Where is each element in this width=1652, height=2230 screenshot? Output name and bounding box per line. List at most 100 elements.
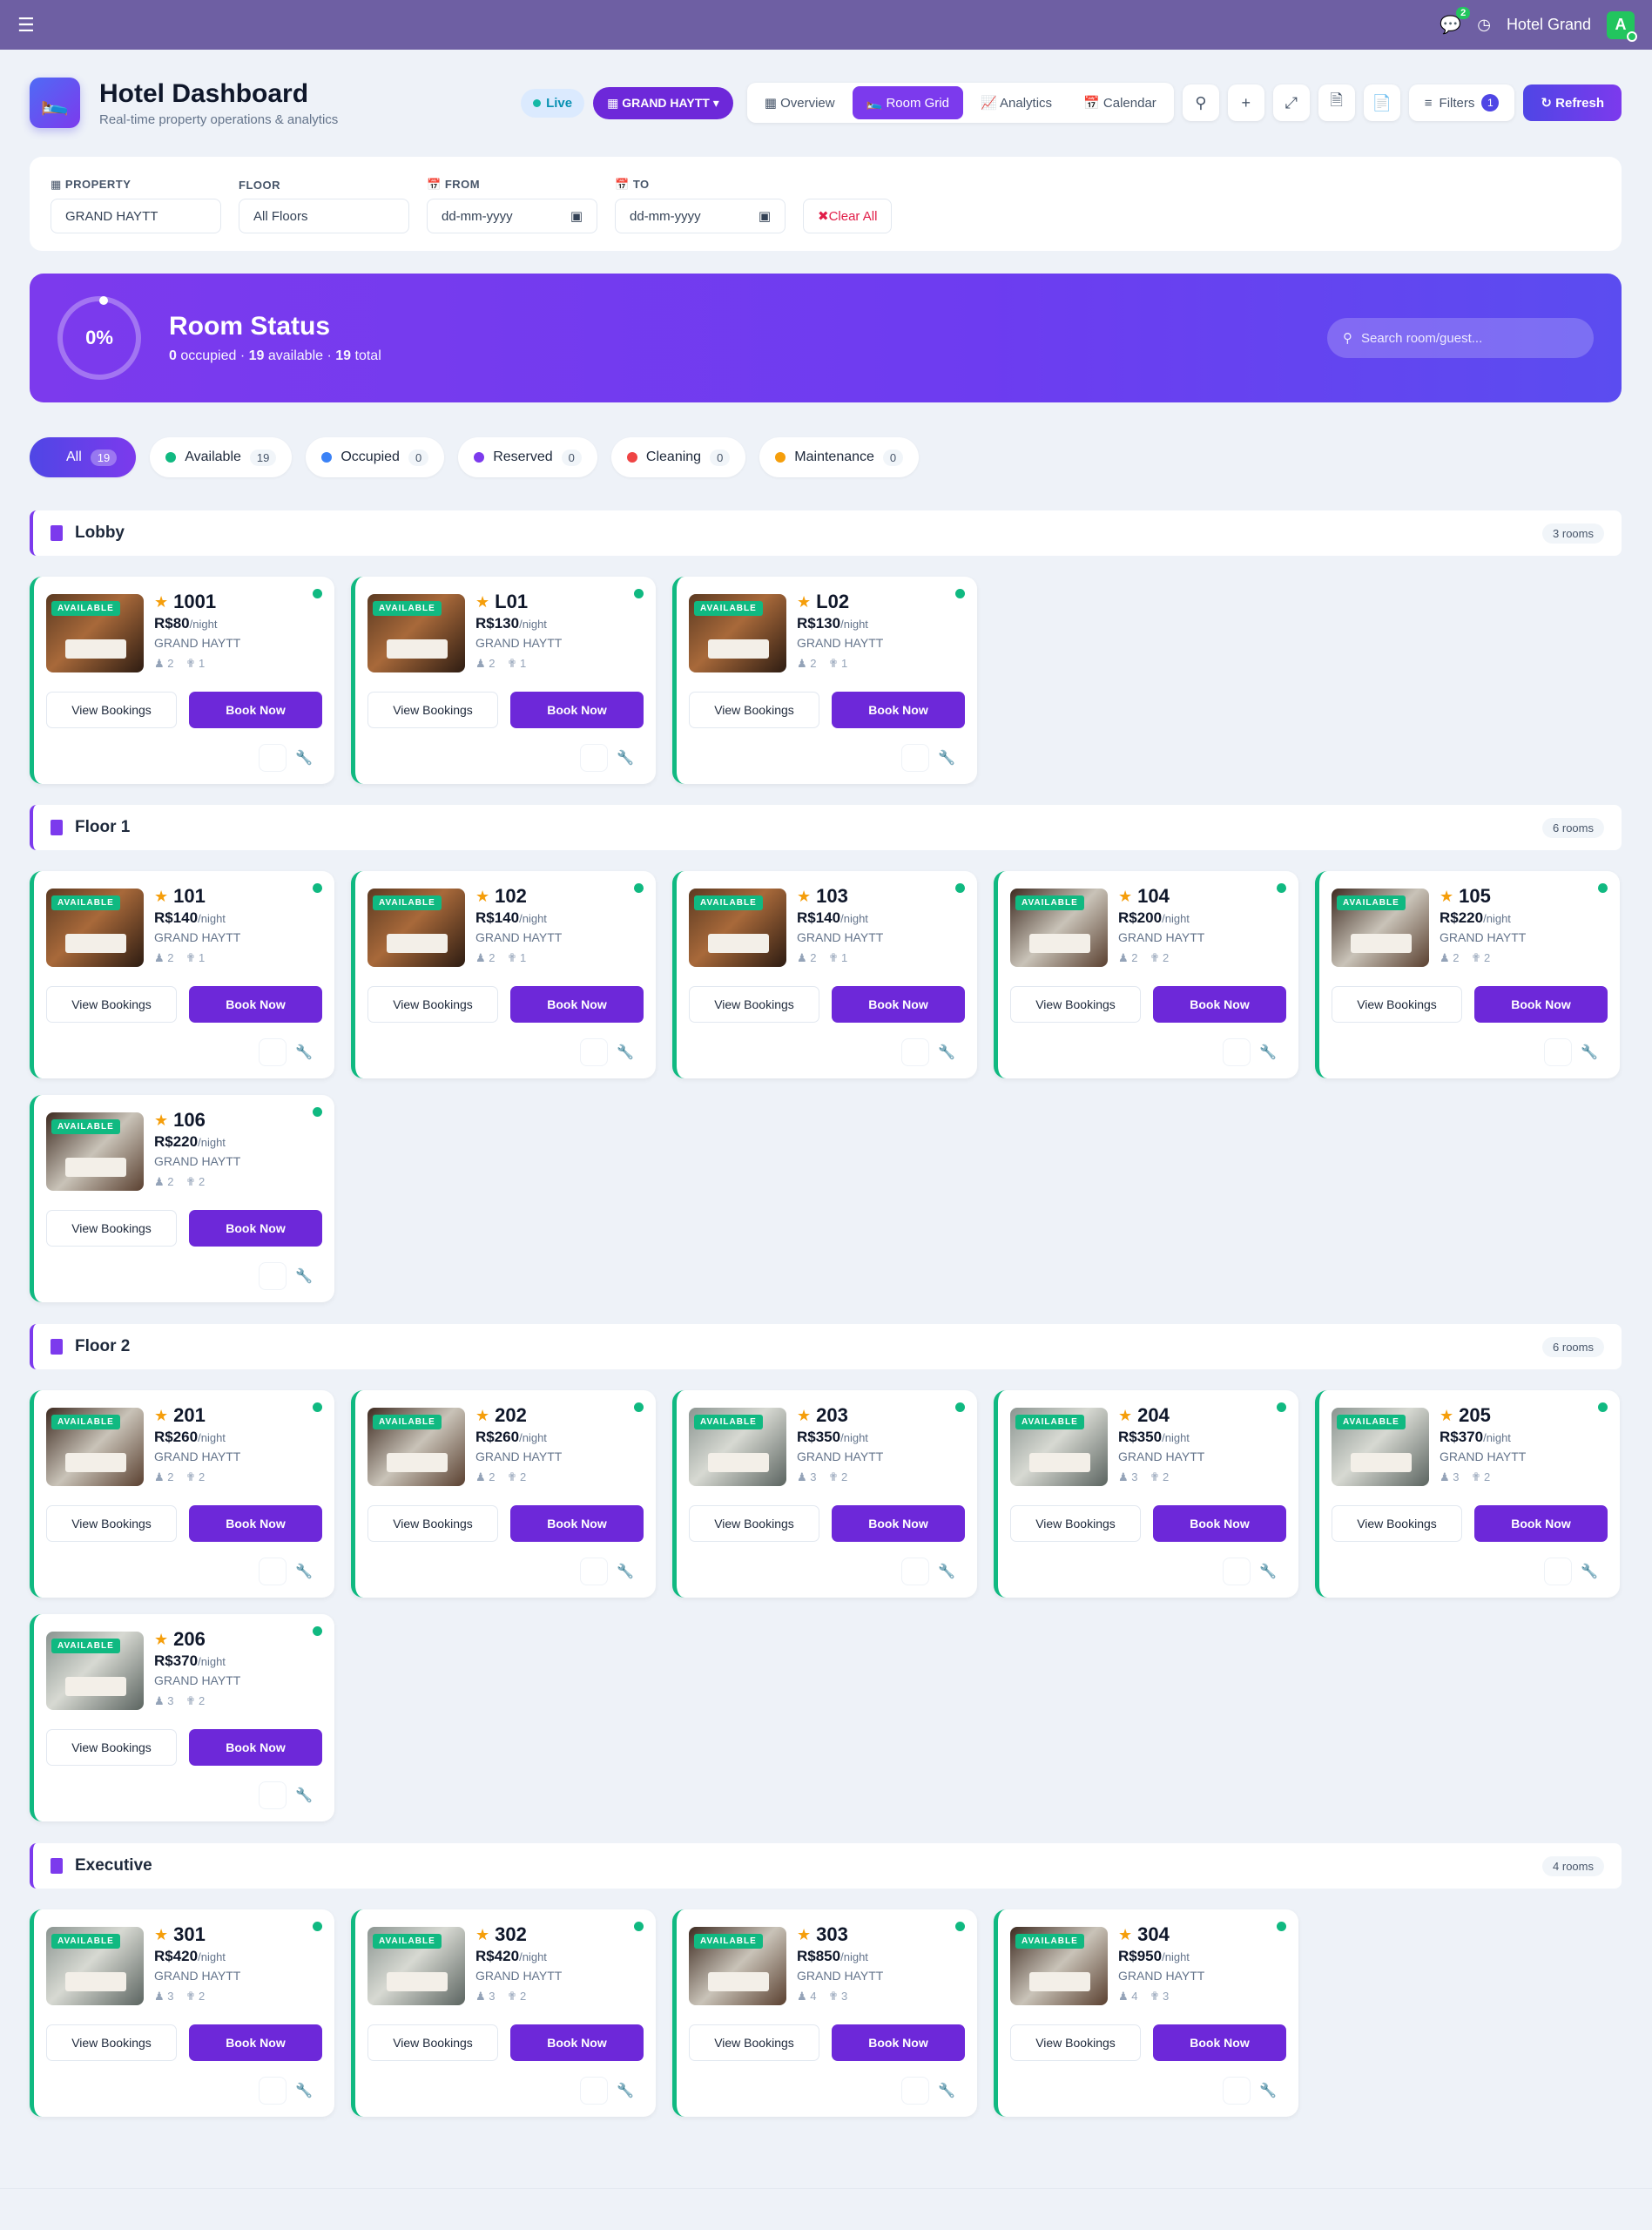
card-action-button[interactable] bbox=[1223, 1558, 1251, 1585]
status-chip-cleaning[interactable]: Cleaning 0 bbox=[610, 437, 746, 477]
room-card[interactable]: AVAILABLE ★ 104 R$200/night GRAND HAYTT ♟ 2 ✟ … bbox=[994, 871, 1298, 1078]
star-icon[interactable]: ★ bbox=[154, 1407, 168, 1425]
view-bookings-button[interactable]: View Bookings bbox=[689, 2024, 819, 2061]
card-action-button[interactable] bbox=[1544, 1038, 1572, 1066]
card-action-button[interactable] bbox=[901, 1558, 929, 1585]
wrench-icon[interactable]: 🔧 bbox=[938, 2082, 955, 2099]
status-chip-all[interactable]: All 19 bbox=[30, 437, 137, 477]
section-header[interactable]: Executive 4 rooms bbox=[30, 1843, 1622, 1889]
card-action-button[interactable] bbox=[259, 1262, 287, 1290]
card-action-button[interactable] bbox=[1223, 2077, 1251, 2105]
star-icon[interactable]: ★ bbox=[1118, 888, 1132, 906]
card-action-button[interactable] bbox=[901, 744, 929, 772]
wrench-icon[interactable]: 🔧 bbox=[295, 1563, 313, 1580]
filters-button[interactable]: ≡ Filters 1 bbox=[1408, 84, 1515, 121]
room-card[interactable]: AVAILABLE ★ L02 R$130/night GRAND HAYTT ♟ 2 ✟ … bbox=[672, 577, 977, 784]
book-now-button[interactable]: Book Now bbox=[510, 986, 644, 1023]
card-action-button[interactable] bbox=[259, 1781, 287, 1809]
star-icon[interactable]: ★ bbox=[1118, 1407, 1132, 1425]
star-icon[interactable]: ★ bbox=[475, 1926, 489, 1944]
add-button[interactable]: + bbox=[1227, 84, 1264, 121]
room-card[interactable]: AVAILABLE ★ 206 R$370/night GRAND HAYTT ♟ 3 ✟ … bbox=[30, 1614, 334, 1821]
book-now-button[interactable]: Book Now bbox=[832, 692, 965, 728]
clear-all-button[interactable]: ✖ Clear All bbox=[803, 199, 893, 233]
card-action-button[interactable] bbox=[259, 1558, 287, 1585]
view-bookings-button[interactable]: View Bookings bbox=[46, 986, 177, 1023]
star-icon[interactable]: ★ bbox=[797, 1407, 811, 1425]
view-bookings-button[interactable]: View Bookings bbox=[367, 692, 498, 728]
refresh-button[interactable]: ↻ Refresh bbox=[1523, 84, 1622, 121]
view-bookings-button[interactable]: View Bookings bbox=[689, 692, 819, 728]
wrench-icon[interactable]: 🔧 bbox=[295, 749, 313, 767]
card-action-button[interactable] bbox=[580, 1558, 608, 1585]
star-icon[interactable]: ★ bbox=[475, 593, 489, 612]
avatar[interactable]: A bbox=[1607, 10, 1637, 42]
wrench-icon[interactable]: 🔧 bbox=[295, 1267, 313, 1285]
tab-analytics[interactable]: 📈 Analytics bbox=[967, 86, 1066, 119]
book-now-button[interactable]: Book Now bbox=[189, 986, 322, 1023]
room-card[interactable]: AVAILABLE ★ 103 R$140/night GRAND HAYTT ♟ 2 ✟ … bbox=[672, 871, 977, 1078]
book-now-button[interactable]: Book Now bbox=[189, 692, 322, 728]
room-card[interactable]: AVAILABLE ★ 301 R$420/night GRAND HAYTT ♟ 3 ✟ … bbox=[30, 1909, 334, 2117]
card-action-button[interactable] bbox=[580, 744, 608, 772]
status-chip-available[interactable]: Available 19 bbox=[150, 437, 293, 477]
wrench-icon[interactable]: 🔧 bbox=[295, 2082, 313, 2099]
star-icon[interactable]: ★ bbox=[154, 1631, 168, 1649]
book-now-button[interactable]: Book Now bbox=[1153, 1505, 1286, 1542]
star-icon[interactable]: ★ bbox=[797, 1926, 811, 1944]
wrench-icon[interactable]: 🔧 bbox=[295, 1787, 313, 1804]
card-action-button[interactable] bbox=[259, 1038, 287, 1066]
view-bookings-button[interactable]: View Bookings bbox=[46, 1505, 177, 1542]
star-icon[interactable]: ★ bbox=[475, 1407, 489, 1425]
view-bookings-button[interactable]: View Bookings bbox=[367, 2024, 498, 2061]
view-bookings-button[interactable]: View Bookings bbox=[1010, 2024, 1141, 2061]
wrench-icon[interactable]: 🔧 bbox=[1581, 1044, 1598, 1061]
room-card[interactable]: AVAILABLE ★ 203 R$350/night GRAND HAYTT ♟ 3 ✟ … bbox=[672, 1390, 977, 1598]
view-bookings-button[interactable]: View Bookings bbox=[1332, 1505, 1462, 1542]
date-picker-icon[interactable]: ▣ bbox=[570, 208, 583, 224]
view-bookings-button[interactable]: View Bookings bbox=[46, 1729, 177, 1766]
view-bookings-button[interactable]: View Bookings bbox=[46, 2024, 177, 2061]
wrench-icon[interactable]: 🔧 bbox=[617, 1563, 634, 1580]
view-bookings-button[interactable]: View Bookings bbox=[46, 1210, 177, 1247]
property-selector[interactable]: ▦ GRAND HAYTT ▾ bbox=[593, 86, 733, 119]
export-pdf-button[interactable]: 📄 bbox=[1363, 84, 1400, 121]
star-icon[interactable]: ★ bbox=[154, 1112, 168, 1130]
tab-overview[interactable]: ▦ Overview bbox=[751, 86, 849, 119]
card-action-button[interactable] bbox=[259, 744, 287, 772]
room-card[interactable]: AVAILABLE ★ 204 R$350/night GRAND HAYTT ♟ 3 ✟ … bbox=[994, 1390, 1298, 1598]
card-action-button[interactable] bbox=[901, 2077, 929, 2105]
chat-icon[interactable]: 💬 2 bbox=[1440, 7, 1471, 36]
star-icon[interactable]: ★ bbox=[475, 888, 489, 906]
section-header[interactable]: Lobby 3 rooms bbox=[30, 510, 1622, 556]
book-now-button[interactable]: Book Now bbox=[189, 1210, 322, 1247]
star-icon[interactable]: ★ bbox=[797, 593, 811, 612]
book-now-button[interactable]: Book Now bbox=[1153, 986, 1286, 1023]
book-now-button[interactable]: Book Now bbox=[510, 1505, 644, 1542]
star-icon[interactable]: ★ bbox=[1118, 1926, 1132, 1944]
status-chip-occupied[interactable]: Occupied 0 bbox=[306, 437, 445, 477]
tab-room-grid[interactable]: 🛌 Room Grid bbox=[852, 86, 963, 119]
date-picker-icon[interactable]: ▣ bbox=[759, 208, 771, 224]
view-bookings-button[interactable]: View Bookings bbox=[689, 986, 819, 1023]
book-now-button[interactable]: Book Now bbox=[189, 1729, 322, 1766]
wrench-icon[interactable]: 🔧 bbox=[1259, 1563, 1277, 1580]
room-card[interactable]: AVAILABLE ★ 205 R$370/night GRAND HAYTT ♟ 3 ✟ … bbox=[1315, 1390, 1620, 1598]
wrench-icon[interactable]: 🔧 bbox=[938, 1563, 955, 1580]
section-header[interactable]: Floor 1 6 rooms bbox=[30, 805, 1622, 850]
card-action-button[interactable] bbox=[259, 2077, 287, 2105]
book-now-button[interactable]: Book Now bbox=[1474, 1505, 1608, 1542]
wrench-icon[interactable]: 🔧 bbox=[1581, 1563, 1598, 1580]
room-card[interactable]: AVAILABLE ★ 304 R$950/night GRAND HAYTT ♟ 4 ✟ … bbox=[994, 1909, 1298, 2117]
book-now-button[interactable]: Book Now bbox=[1474, 986, 1608, 1023]
wrench-icon[interactable]: 🔧 bbox=[1259, 1044, 1277, 1061]
hotel-name[interactable]: Hotel Grand bbox=[1507, 16, 1591, 34]
tab-calendar[interactable]: 📅 Calendar bbox=[1069, 86, 1170, 119]
star-icon[interactable]: ★ bbox=[1440, 1407, 1453, 1425]
card-action-button[interactable] bbox=[580, 2077, 608, 2105]
book-now-button[interactable]: Book Now bbox=[189, 1505, 322, 1542]
wrench-icon[interactable]: 🔧 bbox=[617, 749, 634, 767]
floor-select[interactable]: All Floors bbox=[239, 199, 409, 233]
view-bookings-button[interactable]: View Bookings bbox=[46, 692, 177, 728]
book-now-button[interactable]: Book Now bbox=[832, 986, 965, 1023]
